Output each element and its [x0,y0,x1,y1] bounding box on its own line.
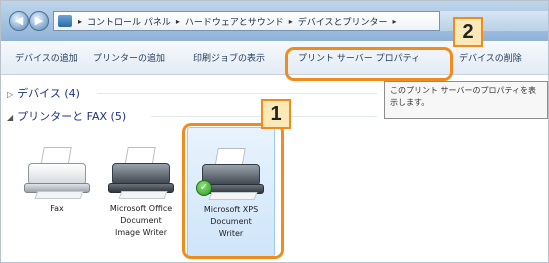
control-panel-icon [58,15,72,27]
callout-highlight-xps-writer [182,123,284,259]
add-printer-button[interactable]: プリンターの追加 [93,51,165,64]
back-arrow-icon[interactable]: ◀ [9,11,29,31]
breadcrumb-separator-icon: ▸ [175,16,180,26]
collapsed-arrow-icon: ▷ [7,90,14,99]
remove-device-button[interactable]: デバイスの削除 [459,51,522,64]
print-jobs-button[interactable]: 印刷ジョブの表示 [193,51,265,64]
breadcrumb-devices-printers[interactable]: デバイスとプリンター [296,15,390,28]
breadcrumb-separator-icon: ▸ [288,16,293,26]
breadcrumb-separator-icon: ▸ [392,16,397,26]
printers-group-header[interactable]: ◢ プリンターと FAX (5) [7,108,126,124]
expanded-arrow-icon: ◢ [7,113,14,122]
add-device-button[interactable]: デバイスの追加 [15,51,78,64]
device-fax[interactable]: Fax [13,145,101,215]
explorer-window: ◀ ▶ ▸ コントロール パネル ▸ ハードウェアとサウンド ▸ デバイスとプリ… [0,0,549,263]
device-office-document-image-writer[interactable]: Microsoft Office Document Image Writer [97,145,185,239]
tooltip: このプリント サーバーのプロパティを表示します。 [384,81,548,119]
printers-group-label: プリンターと FAX (5) [17,110,127,123]
callout-badge-2: 2 [453,17,483,47]
devices-group-label: デバイス (4) [17,87,80,100]
callout-badge-1: 1 [261,99,291,129]
group-divider [97,93,377,94]
breadcrumb-control-panel[interactable]: コントロール パネル [85,15,173,28]
device-label: Fax [50,204,64,213]
forward-arrow-icon[interactable]: ▶ [29,11,49,31]
breadcrumb-hardware-sound[interactable]: ハードウェアとサウンド [183,15,286,28]
fax-icon [22,145,92,203]
device-label: Microsoft Office Document Image Writer [109,204,173,237]
callout-highlight-print-server [285,47,453,81]
breadcrumb-separator-icon: ▸ [78,16,83,26]
address-bar[interactable]: ▸ コントロール パネル ▸ ハードウェアとサウンド ▸ デバイスとプリンター … [53,11,440,31]
printer-icon [106,145,176,203]
devices-group-header[interactable]: ▷ デバイス (4) [7,85,80,101]
